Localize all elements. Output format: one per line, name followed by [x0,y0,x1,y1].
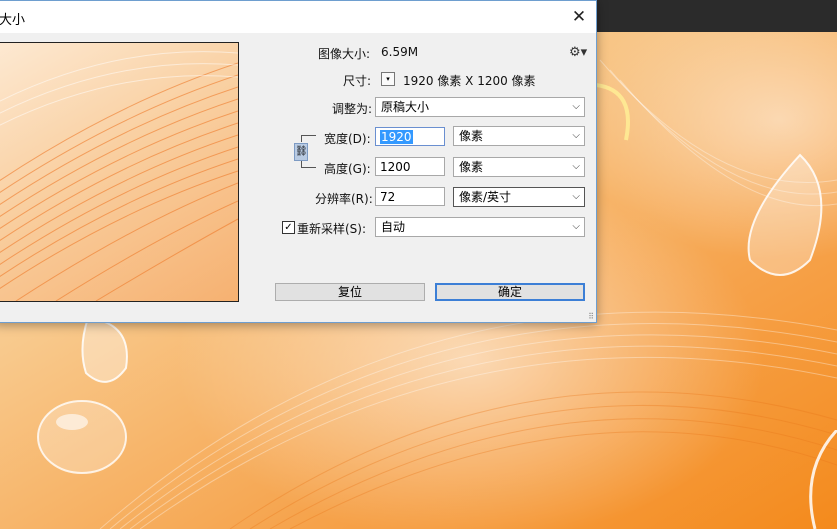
link-icon: ⛓ [295,146,308,157]
image-size-label: 图像大小: [318,47,371,61]
width-input[interactable]: 1920 [375,127,445,146]
dimensions-value: 1920 像素 X 1200 像素 [403,74,536,88]
chevron-down-icon: ⌵ [572,130,580,141]
dimensions-unit-dropdown[interactable]: ▾ [381,72,395,86]
height-unit-select[interactable]: 像素 ⌵ [453,157,585,177]
resample-checkbox[interactable]: ✓ [282,221,295,234]
image-size-value: 6.59M [381,45,419,59]
resize-grip-icon[interactable]: ⠿ [588,312,594,321]
dimensions-label: 尺寸: [343,74,372,88]
width-unit-select[interactable]: 像素 ⌵ [453,126,585,146]
resample-method-select[interactable]: 自动 ⌵ [375,217,585,237]
chevron-down-icon: ⌵ [572,161,580,172]
resolution-input-value: 72 [380,190,396,204]
height-input[interactable]: 1200 [375,157,445,176]
chevron-down-icon: ⌵ [572,101,580,112]
water-drop-decoration [809,430,837,529]
close-icon: ✕ [571,7,587,27]
height-input-value: 1200 [380,160,411,174]
image-preview[interactable] [0,42,239,302]
chevron-down-icon: ⌵ [572,221,580,232]
dialog-titlebar[interactable]: 大小 ✕ [0,1,596,33]
close-button[interactable]: ✕ [566,5,592,29]
reset-button-label: 复位 [337,285,362,299]
fit-to-value: 原稿大小 [381,100,430,114]
water-drop-decoration [37,400,127,474]
resolution-unit-select[interactable]: 像素/英寸 ⌵ [453,187,585,207]
water-drop-decoration [81,318,128,383]
width-label: 宽度(D): [324,132,371,146]
fit-to-select[interactable]: 原稿大小 ⌵ [375,97,585,117]
height-label: 高度(G): [324,162,371,176]
fit-to-label: 调整为: [332,102,373,116]
ok-button[interactable]: 确定 [435,283,585,301]
preview-image [0,51,238,301]
ring-decoration [596,83,630,141]
chevron-down-icon: ▾ [386,75,390,83]
checkmark-icon: ✓ [284,222,293,233]
ok-button-label: 确定 [497,285,522,299]
reset-button[interactable]: 复位 [275,283,425,301]
width-input-value: 1920 [380,130,413,144]
width-unit-value: 像素 [459,129,484,143]
resample-method-value: 自动 [381,220,406,234]
image-size-dialog: 大小 ✕ 图像大小: 6.59M ⚙▾ 尺寸: ▾ 1920 像素 X 1200… [0,0,597,323]
water-drop-decoration [747,153,823,276]
dialog-title: 大小 [0,13,26,28]
resolution-label: 分辨率(R): [315,192,373,206]
chevron-down-icon: ⌵ [572,191,580,202]
height-unit-value: 像素 [459,160,484,174]
constrain-bracket-top [301,135,316,142]
gear-icon[interactable]: ⚙▾ [569,45,587,60]
resolution-unit-value: 像素/英寸 [459,190,512,204]
resolution-input[interactable]: 72 [375,187,445,206]
constrain-proportions-button[interactable]: ⛓ [294,143,308,161]
resample-label[interactable]: 重新采样(S): [297,220,366,237]
